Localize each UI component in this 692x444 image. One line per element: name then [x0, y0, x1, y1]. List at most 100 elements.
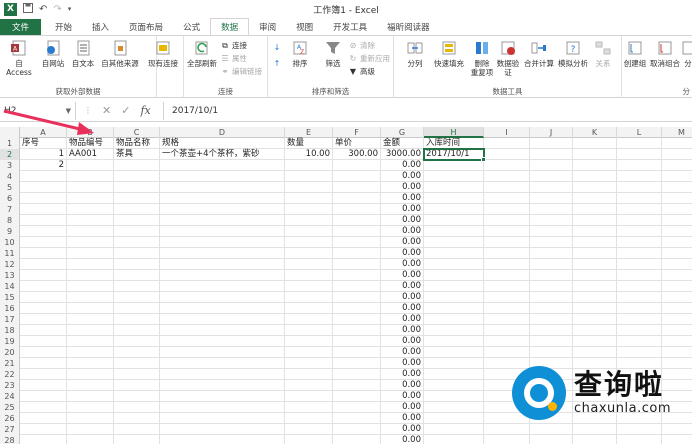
column-header-i[interactable]: I	[484, 127, 530, 138]
tab-3[interactable]: 页面布局	[119, 19, 173, 35]
cell-j16[interactable]	[530, 303, 573, 314]
column-header-a[interactable]: A	[20, 127, 67, 138]
cell-j7[interactable]	[530, 204, 573, 215]
row-header[interactable]: 3	[0, 160, 20, 171]
cell-e17[interactable]	[285, 314, 333, 325]
cell-l9[interactable]	[617, 226, 662, 237]
row-header[interactable]: 2	[0, 149, 20, 160]
cell-k6[interactable]	[573, 193, 617, 204]
cell-h18[interactable]	[424, 325, 484, 336]
cell-g28[interactable]: 0.00	[381, 435, 424, 444]
cell-i2[interactable]	[484, 149, 530, 160]
cell-m2[interactable]	[662, 149, 692, 160]
cell-e2[interactable]: 10.00	[285, 149, 333, 160]
cell-d14[interactable]	[160, 281, 285, 292]
column-header-l[interactable]: L	[617, 127, 662, 138]
cell-c10[interactable]	[114, 237, 160, 248]
row-header[interactable]: 22	[0, 369, 20, 380]
cell-k7[interactable]	[573, 204, 617, 215]
cell-h11[interactable]	[424, 248, 484, 259]
cell-h23[interactable]	[424, 380, 484, 391]
cell-b13[interactable]	[67, 270, 114, 281]
column-header-g[interactable]: G	[381, 127, 424, 138]
cell-m20[interactable]	[662, 347, 692, 358]
sort-button[interactable]: AZ 排序	[288, 39, 312, 68]
row-header[interactable]: 23	[0, 380, 20, 391]
consolidate-button[interactable]: 合并计算	[522, 39, 556, 68]
cell-g14[interactable]: 0.00	[381, 281, 424, 292]
cell-j9[interactable]	[530, 226, 573, 237]
cell-b16[interactable]	[67, 303, 114, 314]
row-header[interactable]: 9	[0, 226, 20, 237]
cell-f2[interactable]: 300.00	[333, 149, 381, 160]
column-header-d[interactable]: D	[160, 127, 285, 138]
cell-h17[interactable]	[424, 314, 484, 325]
cell-d24[interactable]	[160, 391, 285, 402]
cell-h16[interactable]	[424, 303, 484, 314]
subtotal-button[interactable]: 分	[682, 39, 692, 68]
cell-d11[interactable]	[160, 248, 285, 259]
cell-g27[interactable]: 0.00	[381, 424, 424, 435]
cell-e24[interactable]	[285, 391, 333, 402]
cell-g8[interactable]: 0.00	[381, 215, 424, 226]
cell-b1[interactable]: 物品编号	[67, 138, 114, 149]
cell-m28[interactable]	[662, 435, 692, 444]
cell-f25[interactable]	[333, 402, 381, 413]
cell-a19[interactable]	[20, 336, 67, 347]
cell-k13[interactable]	[573, 270, 617, 281]
cell-e12[interactable]	[285, 259, 333, 270]
cell-d13[interactable]	[160, 270, 285, 281]
cell-c13[interactable]	[114, 270, 160, 281]
cell-c14[interactable]	[114, 281, 160, 292]
connections-button[interactable]: ⧉ 连接	[220, 40, 247, 51]
cell-a9[interactable]	[20, 226, 67, 237]
cell-f27[interactable]	[333, 424, 381, 435]
cell-i12[interactable]	[484, 259, 530, 270]
cell-i7[interactable]	[484, 204, 530, 215]
cell-i5[interactable]	[484, 182, 530, 193]
cell-g7[interactable]: 0.00	[381, 204, 424, 215]
cell-l6[interactable]	[617, 193, 662, 204]
cell-a14[interactable]	[20, 281, 67, 292]
cell-k10[interactable]	[573, 237, 617, 248]
cell-h1[interactable]: 入库时间	[424, 138, 484, 149]
cell-a25[interactable]	[20, 402, 67, 413]
cell-d17[interactable]	[160, 314, 285, 325]
cell-f14[interactable]	[333, 281, 381, 292]
cell-c22[interactable]	[114, 369, 160, 380]
cell-e23[interactable]	[285, 380, 333, 391]
cell-b27[interactable]	[67, 424, 114, 435]
properties-button[interactable]: ☰ 属性	[220, 53, 247, 64]
cell-a6[interactable]	[20, 193, 67, 204]
tab-8[interactable]: 开发工具	[323, 19, 377, 35]
cell-k3[interactable]	[573, 160, 617, 171]
cell-l3[interactable]	[617, 160, 662, 171]
row-header[interactable]: 25	[0, 402, 20, 413]
cell-f12[interactable]	[333, 259, 381, 270]
row-header[interactable]: 6	[0, 193, 20, 204]
row-header[interactable]: 28	[0, 435, 20, 444]
row-header[interactable]: 10	[0, 237, 20, 248]
cell-e3[interactable]	[285, 160, 333, 171]
cell-b3[interactable]	[67, 160, 114, 171]
cell-k28[interactable]	[573, 435, 617, 444]
cell-d25[interactable]	[160, 402, 285, 413]
cell-d5[interactable]	[160, 182, 285, 193]
cell-l15[interactable]	[617, 292, 662, 303]
cell-m15[interactable]	[662, 292, 692, 303]
cell-i13[interactable]	[484, 270, 530, 281]
cell-f11[interactable]	[333, 248, 381, 259]
from-access-button[interactable]: A 自 Access	[2, 39, 36, 77]
cell-d23[interactable]	[160, 380, 285, 391]
cell-m1[interactable]	[662, 138, 692, 149]
cell-l17[interactable]	[617, 314, 662, 325]
cell-e7[interactable]	[285, 204, 333, 215]
row-header[interactable]: 17	[0, 314, 20, 325]
cell-g12[interactable]: 0.00	[381, 259, 424, 270]
cell-f18[interactable]	[333, 325, 381, 336]
cell-b26[interactable]	[67, 413, 114, 424]
cell-c16[interactable]	[114, 303, 160, 314]
cell-i15[interactable]	[484, 292, 530, 303]
cell-b8[interactable]	[67, 215, 114, 226]
cell-f8[interactable]	[333, 215, 381, 226]
